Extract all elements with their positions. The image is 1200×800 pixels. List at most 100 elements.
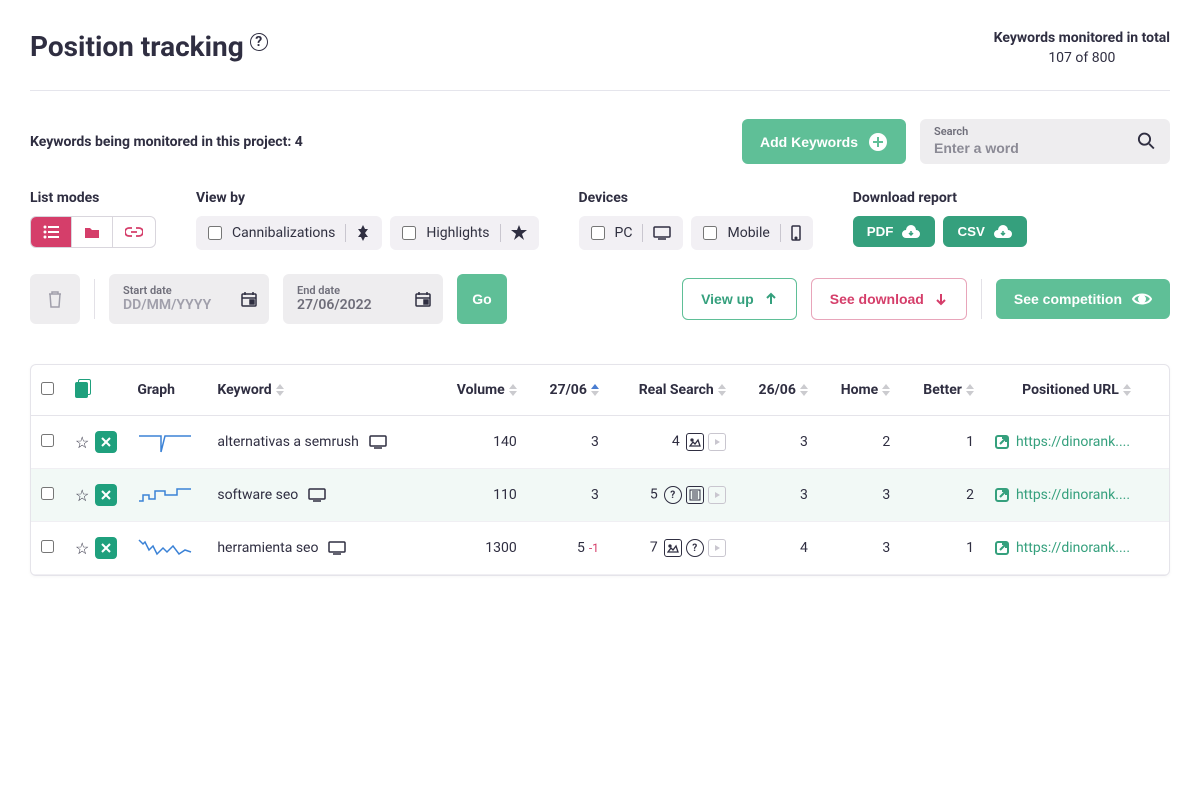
copy-icon[interactable] [75, 379, 91, 397]
calendar-icon [415, 291, 431, 307]
table-row: ☆ alternativas a semrush 140 3 4 3 2 1 h… [31, 416, 1169, 469]
keyword-cell[interactable]: herramienta seo [217, 540, 422, 556]
trash-icon [47, 290, 63, 308]
search-icon[interactable] [1137, 131, 1156, 151]
home-cell: 3 [818, 469, 900, 522]
positioned-url-link[interactable]: https://dinorank.... [994, 487, 1144, 503]
cannibalization-icon [356, 225, 370, 241]
delete-button[interactable] [30, 274, 80, 324]
favorite-star[interactable]: ☆ [75, 433, 89, 452]
col-date-current[interactable]: 27/06 [527, 365, 609, 416]
end-date-input[interactable]: End date 27/06/2022 [283, 274, 443, 324]
col-better[interactable]: Better [900, 365, 984, 416]
pc-checkbox[interactable] [591, 226, 605, 240]
list-modes-toggle [30, 216, 156, 248]
serp-video-icon [708, 433, 726, 451]
position-current-cell: 3 [527, 416, 609, 469]
cannibalization-badge[interactable] [95, 431, 117, 453]
serp-question-icon: ? [664, 486, 682, 504]
row-checkbox[interactable] [41, 434, 54, 447]
favorite-star[interactable]: ☆ [75, 539, 89, 558]
home-cell: 2 [818, 416, 900, 469]
col-real-search[interactable]: Real Search [609, 365, 736, 416]
desktop-icon [369, 435, 387, 449]
external-link-icon [994, 487, 1010, 503]
list-mode-list[interactable] [31, 217, 72, 247]
col-date-prev[interactable]: 26/06 [736, 365, 818, 416]
list-modes-label: List modes [30, 190, 156, 206]
view-by-label: View by [196, 190, 539, 206]
monitored-count: Keywords being monitored in this project… [30, 134, 303, 150]
col-home[interactable]: Home [818, 365, 900, 416]
star-icon [511, 225, 527, 241]
volume-cell: 110 [432, 469, 527, 522]
row-checkbox[interactable] [41, 487, 54, 500]
see-competition-button[interactable]: See competition [996, 279, 1170, 319]
sparkline [137, 481, 193, 509]
view-up-button[interactable]: View up [682, 278, 797, 320]
sparkline [137, 428, 193, 456]
serp-news-icon [686, 486, 704, 504]
mobile-checkbox[interactable] [703, 226, 717, 240]
cloud-download-icon [901, 225, 921, 239]
keywords-table: Graph Keyword Volume 27/06 Real Search 2… [30, 364, 1170, 576]
serp-image-icon [664, 539, 682, 557]
serp-image-icon [686, 433, 704, 451]
serp-video-icon [708, 486, 726, 504]
row-checkbox[interactable] [41, 540, 54, 553]
start-date-input[interactable]: Start date DD/MM/YYYY [109, 274, 269, 324]
col-keyword[interactable]: Keyword [207, 365, 432, 416]
better-cell: 1 [900, 416, 984, 469]
device-pc[interactable]: PC [579, 216, 684, 250]
sparkline [137, 534, 193, 562]
positioned-url-link[interactable]: https://dinorank.... [994, 540, 1144, 556]
see-download-button[interactable]: See download [811, 278, 967, 320]
download-csv-button[interactable]: CSV [943, 216, 1026, 247]
search-box[interactable]: Search [920, 119, 1170, 164]
search-label: Search [934, 125, 1117, 138]
keyword-cell[interactable]: software seo [217, 487, 422, 503]
desktop-icon [653, 226, 671, 240]
better-cell: 1 [900, 522, 984, 575]
cannibalization-badge[interactable] [95, 484, 117, 506]
monitor-total: Keywords monitored in total 107 of 800 [994, 30, 1170, 66]
list-mode-folder[interactable] [72, 217, 113, 247]
col-graph[interactable]: Graph [127, 365, 207, 416]
position-current-cell: 5-1 [527, 522, 609, 575]
cannibalization-badge[interactable] [95, 537, 117, 559]
help-icon[interactable]: ? [250, 33, 268, 51]
list-mode-link[interactable] [113, 217, 155, 247]
position-current-cell: 3 [527, 469, 609, 522]
go-button[interactable]: Go [457, 274, 507, 324]
arrow-up-icon [764, 292, 778, 306]
search-input[interactable] [934, 140, 1117, 156]
desktop-icon [308, 488, 326, 502]
device-mobile[interactable]: Mobile [691, 216, 812, 250]
col-url[interactable]: Positioned URL [984, 365, 1169, 416]
download-pdf-button[interactable]: PDF [853, 216, 936, 247]
favorite-star[interactable]: ☆ [75, 486, 89, 505]
positioned-url-link[interactable]: https://dinorank.... [994, 434, 1144, 450]
keyword-cell[interactable]: alternativas a semrush [217, 434, 422, 450]
table-row: ☆ herramienta seo 1300 5-1 7? 4 3 1 http… [31, 522, 1169, 575]
col-volume[interactable]: Volume [432, 365, 527, 416]
select-all-checkbox[interactable] [41, 382, 54, 395]
cloud-download-icon [993, 225, 1013, 239]
highlights-checkbox[interactable] [402, 226, 416, 240]
view-cannibalizations[interactable]: Cannibalizations [196, 216, 382, 250]
eye-icon [1132, 292, 1152, 306]
serp-video-icon [708, 539, 726, 557]
external-link-icon [994, 434, 1010, 450]
desktop-icon [328, 541, 346, 555]
arrow-down-icon [934, 292, 948, 306]
cannibalizations-checkbox[interactable] [208, 226, 222, 240]
devices-label: Devices [579, 190, 813, 206]
plus-circle-icon [868, 132, 888, 152]
position-prev-cell: 3 [736, 416, 818, 469]
position-prev-cell: 4 [736, 522, 818, 575]
real-search-cell: 4 [609, 416, 736, 469]
download-report-label: Download report [853, 190, 1027, 206]
view-highlights[interactable]: Highlights [390, 216, 538, 250]
mobile-icon [791, 225, 801, 241]
add-keywords-button[interactable]: Add Keywords [742, 119, 906, 164]
